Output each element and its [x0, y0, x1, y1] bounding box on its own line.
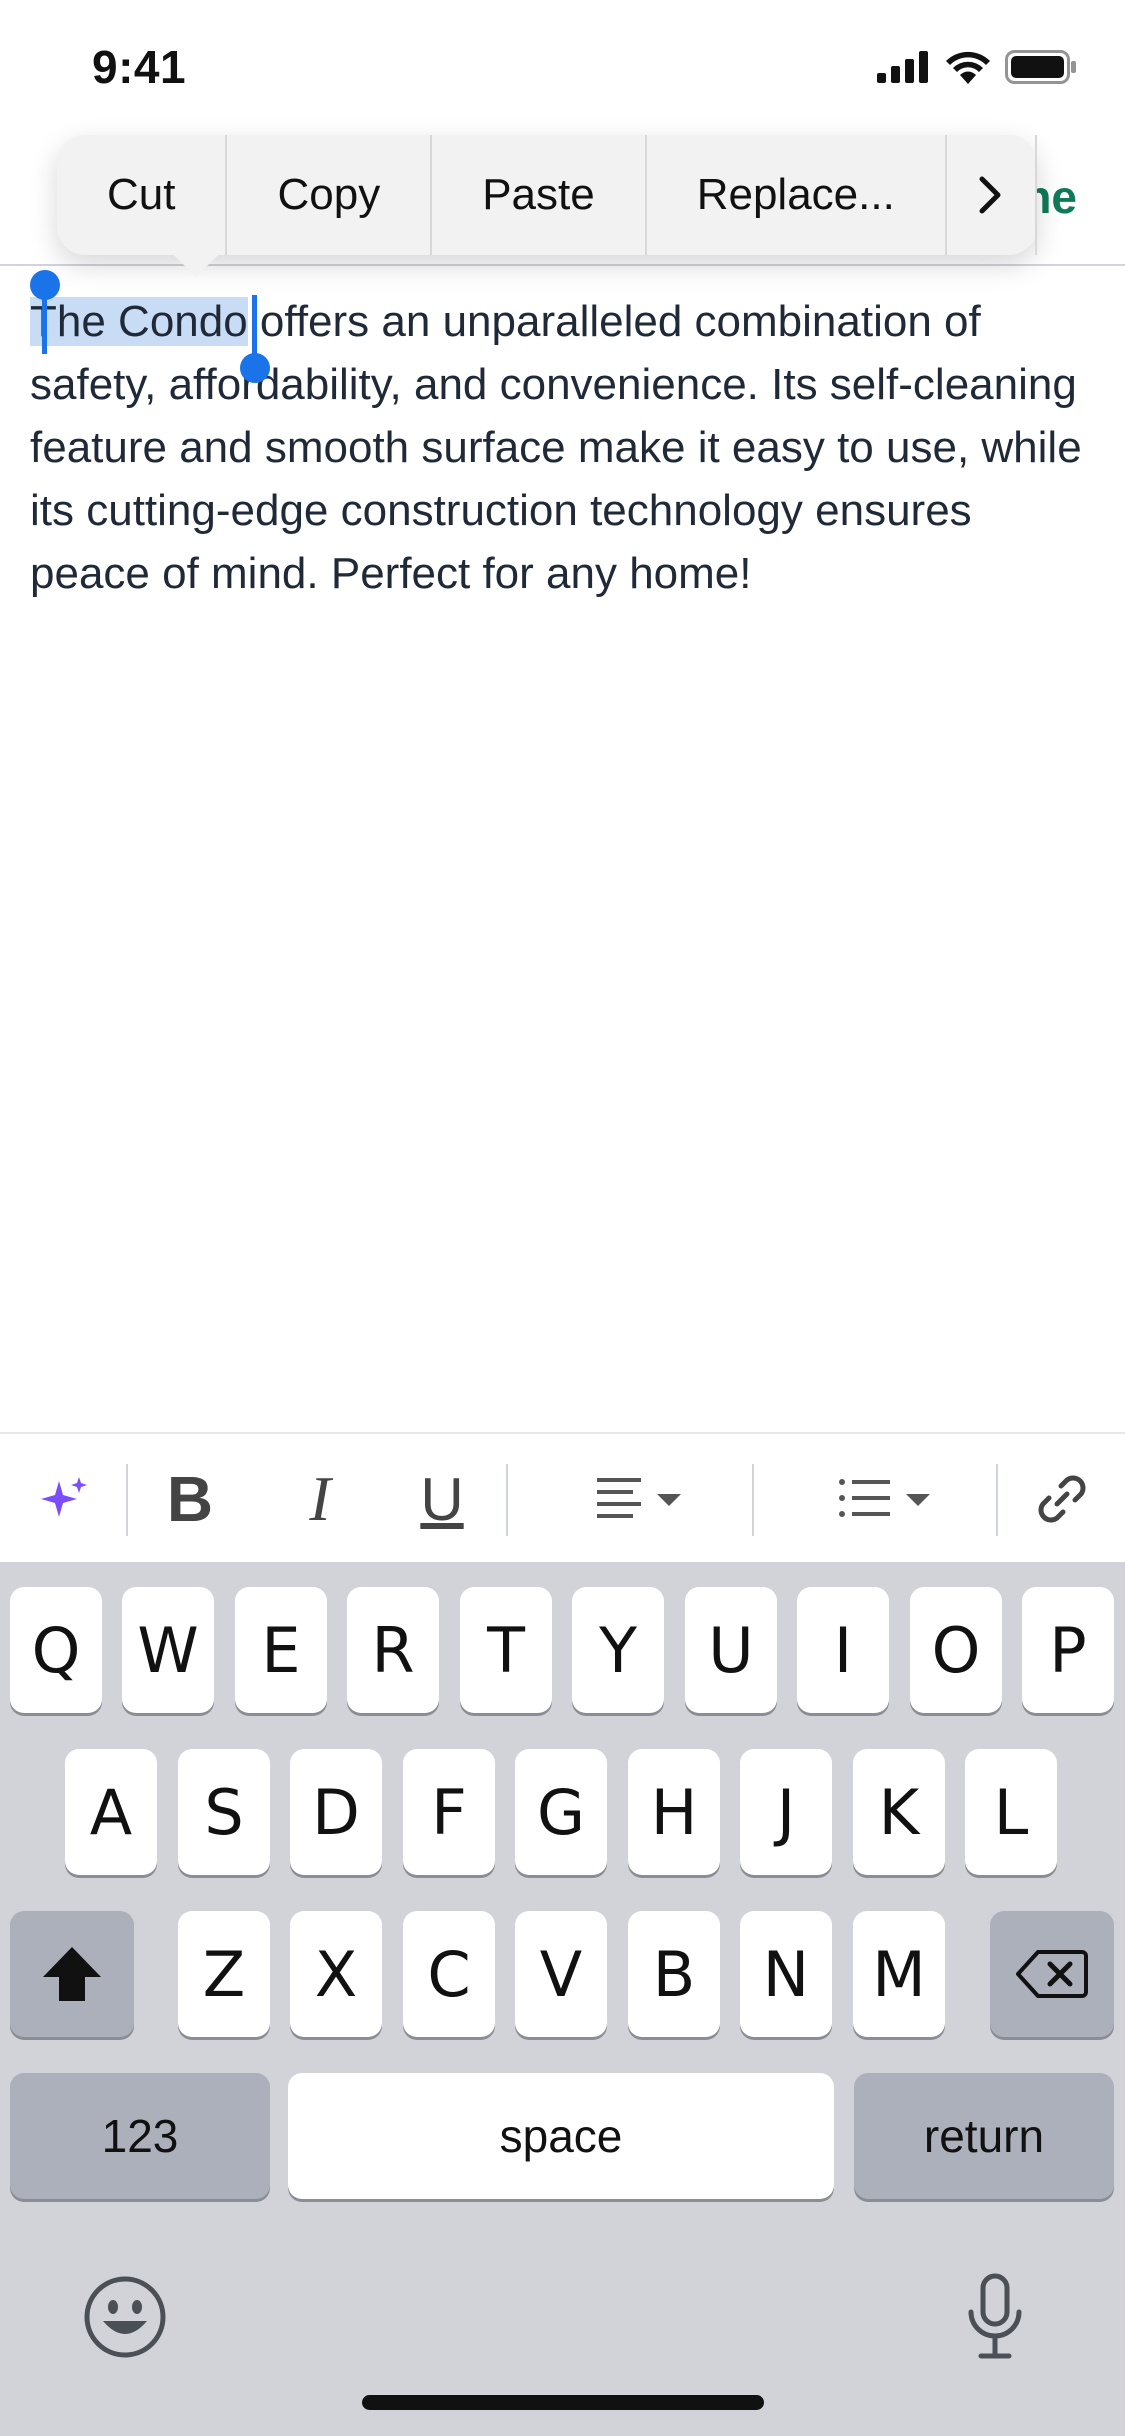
key-h[interactable]: H	[628, 1749, 720, 1875]
selection-start-handle[interactable]	[30, 270, 60, 354]
key-s[interactable]: S	[178, 1749, 270, 1875]
key-j[interactable]: J	[740, 1749, 832, 1875]
backspace-icon	[1016, 1950, 1088, 1998]
microphone-icon	[968, 2273, 1022, 2359]
numbers-key[interactable]: 123	[10, 2073, 270, 2199]
shift-icon	[43, 1947, 101, 2001]
key-g[interactable]: G	[515, 1749, 607, 1875]
bulleted-list-icon	[839, 1479, 930, 1517]
software-keyboard: Q W E R T Y U I O P A S D F G H J K L Z …	[0, 1562, 1125, 2436]
key-w[interactable]: W	[122, 1587, 214, 1713]
key-y[interactable]: Y	[572, 1587, 664, 1713]
document-body[interactable]: The Condo offers an unparalleled combina…	[30, 290, 1100, 605]
chevron-right-icon	[979, 176, 1001, 214]
space-key[interactable]: space	[288, 2073, 834, 2199]
selection-end-handle[interactable]	[240, 295, 270, 383]
sparkles-icon	[41, 1477, 87, 1517]
key-i[interactable]: I	[797, 1587, 889, 1713]
key-t[interactable]: T	[460, 1587, 552, 1713]
align-dropdown[interactable]	[580, 1434, 700, 1564]
link-button[interactable]	[1020, 1434, 1104, 1564]
return-key[interactable]: return	[854, 2073, 1114, 2199]
emoji-button[interactable]	[80, 2272, 170, 2362]
shift-key[interactable]	[10, 1911, 134, 2037]
delete-key[interactable]	[990, 1911, 1114, 2037]
key-c[interactable]: C	[403, 1911, 495, 2037]
key-l[interactable]: L	[965, 1749, 1057, 1875]
cellular-signal-icon	[877, 51, 928, 83]
key-e[interactable]: E	[235, 1587, 327, 1713]
selected-text[interactable]: The Condo	[30, 297, 248, 346]
replace-menu-item[interactable]: Replace...	[647, 135, 947, 255]
edit-context-menu: Cut Copy Paste Replace...	[57, 135, 1037, 277]
list-dropdown[interactable]	[826, 1434, 946, 1564]
key-b[interactable]: B	[628, 1911, 720, 2037]
align-left-icon	[597, 1478, 681, 1518]
more-menu-button[interactable]	[947, 135, 1037, 255]
cut-menu-item[interactable]: Cut	[57, 135, 228, 255]
key-p[interactable]: P	[1022, 1587, 1114, 1713]
key-d[interactable]: D	[290, 1749, 382, 1875]
key-q[interactable]: Q	[10, 1587, 102, 1713]
key-u[interactable]: U	[685, 1587, 777, 1713]
emoji-icon	[84, 2276, 166, 2358]
key-o[interactable]: O	[910, 1587, 1002, 1713]
status-time: 9:41	[92, 41, 187, 93]
status-icons	[877, 50, 1077, 84]
battery-icon	[1005, 50, 1076, 84]
key-a[interactable]: A	[65, 1749, 157, 1875]
link-icon	[1038, 1475, 1086, 1523]
paste-menu-item[interactable]: Paste	[432, 135, 647, 255]
key-v[interactable]: V	[515, 1911, 607, 2037]
ai-assist-button[interactable]	[20, 1434, 110, 1564]
bold-button[interactable]: B	[150, 1434, 230, 1564]
italic-button[interactable]: I	[280, 1434, 360, 1564]
key-m[interactable]: M	[853, 1911, 945, 2037]
key-r[interactable]: R	[347, 1587, 439, 1713]
status-bar: 9:41	[0, 0, 1125, 140]
menu-caret	[172, 253, 220, 277]
key-x[interactable]: X	[290, 1911, 382, 2037]
underline-button[interactable]: U	[402, 1434, 482, 1564]
home-indicator	[362, 2395, 764, 2410]
key-z[interactable]: Z	[178, 1911, 270, 2037]
key-n[interactable]: N	[740, 1911, 832, 2037]
copy-menu-item[interactable]: Copy	[227, 135, 433, 255]
key-f[interactable]: F	[403, 1749, 495, 1875]
nav-divider	[0, 264, 1125, 266]
dictation-button[interactable]	[950, 2267, 1040, 2367]
format-toolbar: B I U	[0, 1432, 1125, 1562]
key-k[interactable]: K	[853, 1749, 945, 1875]
wifi-icon	[946, 51, 990, 84]
